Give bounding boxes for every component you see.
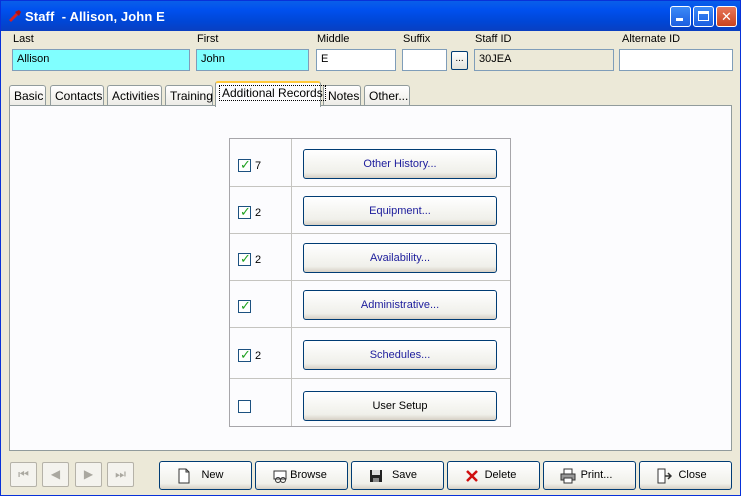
tab-basic[interactable]: Basic — [9, 85, 46, 106]
record-row: ✓ 7 Other History... — [230, 139, 510, 187]
record-row: ✓ 2 Schedules... — [230, 328, 510, 379]
next-icon: ▶ — [83, 467, 94, 481]
tab-label: Basic — [14, 89, 44, 103]
browse-label: Browse — [290, 469, 327, 481]
user-setup-button[interactable]: User Setup — [303, 391, 497, 421]
record-check-cell: ✓ 7 — [230, 139, 292, 186]
administrative-button[interactable]: Administrative... — [303, 290, 497, 320]
print-label: Print... — [580, 469, 613, 481]
record-checkbox[interactable]: ✓ — [238, 298, 251, 313]
tab-label: Contacts — [55, 89, 103, 103]
record-row: User Setup — [230, 379, 510, 426]
previous-icon: ◀ — [50, 467, 61, 481]
checkmark-icon: ✓ — [240, 157, 251, 172]
record-check-cell: ✓ 2 — [230, 234, 292, 280]
alternate-id-field[interactable] — [619, 49, 733, 71]
new-button[interactable]: New — [159, 461, 252, 490]
app-icon — [9, 10, 21, 22]
record-check-cell: ✓ — [230, 281, 292, 327]
middle-name-field[interactable]: E — [316, 49, 396, 71]
record-count: 2 — [255, 254, 262, 266]
record-count: 2 — [255, 207, 262, 219]
new-label: New — [201, 469, 224, 481]
save-label: Save — [391, 469, 418, 481]
maximize-button[interactable] — [693, 6, 714, 27]
tab-training[interactable]: Training — [165, 85, 213, 106]
tab-label: Training — [170, 89, 213, 103]
close-icon: ✕ — [721, 9, 732, 24]
checkmark-icon: ✓ — [240, 347, 251, 362]
suffix-field[interactable] — [402, 49, 447, 71]
close-window-button[interactable]: ✕ — [716, 6, 737, 27]
middle-name-label: Middle — [317, 33, 350, 45]
tab-notes[interactable]: Notes — [323, 85, 361, 106]
record-row: ✓ 2 Availability... — [230, 234, 510, 281]
window-title: Staff - Allison, John E — [25, 9, 165, 24]
tab-label: Additional Records — [219, 85, 326, 101]
minimize-button[interactable] — [670, 6, 691, 27]
last-name-field[interactable]: Allison — [12, 49, 190, 71]
record-check-cell: ✓ 2 — [230, 328, 292, 378]
records-grid: ✓ 7 Other History... ✓ 2 Equipment... ✓ … — [229, 138, 511, 427]
close-button[interactable]: Close — [639, 461, 732, 490]
record-checkbox[interactable] — [238, 400, 251, 413]
last-record-icon: ⏭ — [115, 467, 126, 481]
record-check-cell — [230, 379, 292, 426]
last-name-label: Last — [13, 33, 34, 45]
checkmark-icon: ✓ — [240, 204, 251, 219]
tab-other[interactable]: Other... — [364, 85, 410, 106]
staff-id-field: 30JEA — [474, 49, 614, 71]
first-name-field[interactable]: John — [196, 49, 309, 71]
tab-label: Activities — [112, 89, 160, 103]
print-button[interactable]: Print... — [543, 461, 636, 490]
record-checkbox[interactable]: ✓ — [238, 251, 251, 266]
tab-contacts[interactable]: Contacts — [50, 85, 104, 106]
delete-button[interactable]: Delete — [447, 461, 540, 490]
equipment-button[interactable]: Equipment... — [303, 196, 497, 226]
record-checkbox[interactable]: ✓ — [238, 204, 251, 219]
record-count: 2 — [255, 350, 262, 362]
record-checkbox[interactable]: ✓ — [238, 157, 251, 172]
schedules-button[interactable]: Schedules... — [303, 340, 497, 370]
delete-label: Delete — [484, 469, 517, 481]
first-name-label: First — [197, 33, 219, 45]
first-record-button[interactable]: ⏮ — [10, 462, 37, 487]
previous-record-button[interactable]: ◀ — [42, 462, 69, 487]
tab-activities[interactable]: Activities — [107, 85, 162, 106]
record-count: 7 — [255, 160, 262, 172]
minimize-icon — [676, 18, 683, 21]
suffix-lookup-button[interactable]: ... — [451, 51, 468, 70]
staff-id-label: Staff ID — [475, 33, 512, 45]
save-button[interactable]: Save — [351, 461, 444, 490]
staff-window: Staff - Allison, John E ✕ Last Allison F… — [0, 0, 741, 496]
record-check-cell: ✓ 2 — [230, 187, 292, 233]
other-history-button[interactable]: Other History... — [303, 149, 497, 179]
title-bar[interactable]: Staff - Allison, John E ✕ — [1, 1, 740, 31]
maximize-icon — [698, 11, 709, 21]
suffix-label: Suffix — [403, 33, 431, 45]
record-row: ✓ 2 Equipment... — [230, 187, 510, 234]
tab-additional-records[interactable]: Additional Records — [215, 81, 326, 107]
record-checkbox[interactable]: ✓ — [238, 347, 251, 362]
checkmark-icon: ✓ — [240, 298, 251, 313]
last-record-button[interactable]: ⏭ — [107, 462, 134, 487]
record-row: ✓ Administrative... — [230, 281, 510, 328]
availability-button[interactable]: Availability... — [303, 243, 497, 273]
tab-label: Notes — [328, 89, 360, 103]
checkmark-icon: ✓ — [240, 251, 251, 266]
tab-label: Other... — [369, 89, 409, 103]
browse-button[interactable]: Browse — [255, 461, 348, 490]
first-record-icon: ⏮ — [18, 467, 29, 481]
close-label: Close — [678, 469, 707, 481]
alternate-id-label: Alternate ID — [622, 33, 681, 45]
next-record-button[interactable]: ▶ — [75, 462, 102, 487]
